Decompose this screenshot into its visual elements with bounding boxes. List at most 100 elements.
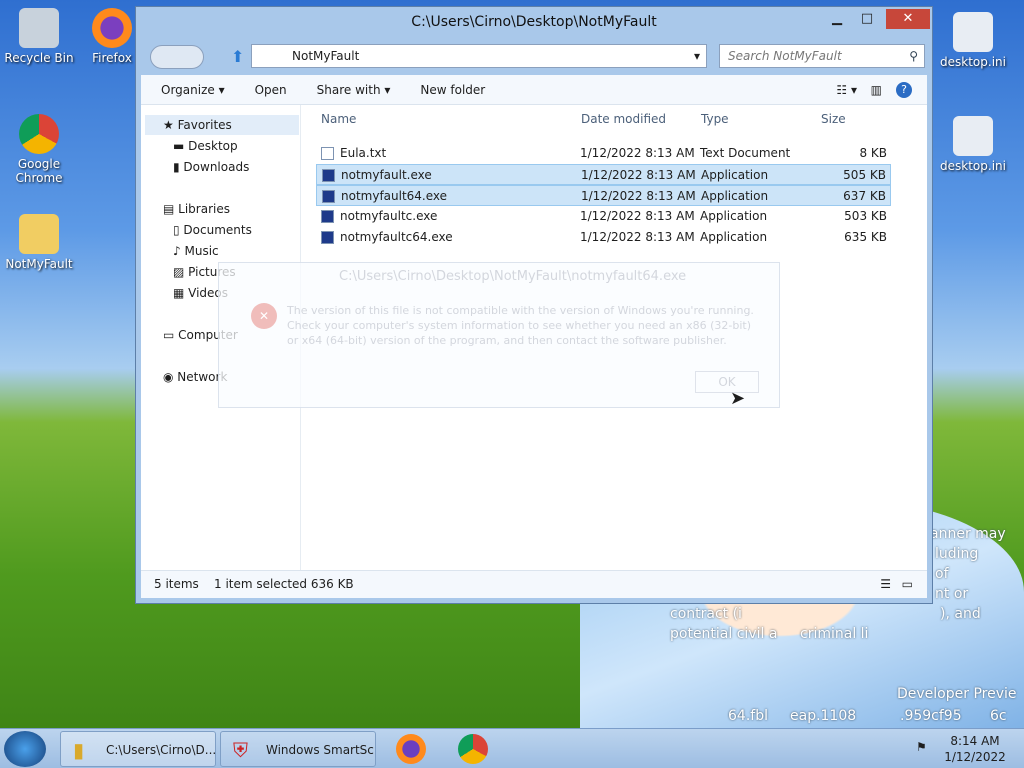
new-folder-button[interactable]: New folder — [420, 83, 485, 97]
file-name: notmyfaultc64.exe — [340, 230, 453, 244]
overlay-text: eap.1108 — [790, 708, 857, 724]
mouse-cursor: ➤ — [730, 388, 746, 409]
address-bar[interactable]: NotMyFault ▾ — [251, 44, 707, 68]
close-button[interactable]: ✕ — [886, 9, 930, 29]
view-options-icon[interactable]: ☷ ▾ — [836, 83, 857, 97]
icon-label: desktop.ini — [940, 55, 1006, 69]
start-button[interactable] — [4, 731, 46, 767]
desktop-ini-shortcut[interactable]: desktop.ini — [938, 12, 1008, 69]
desktop-ini-shortcut[interactable]: desktop.ini — [938, 116, 1008, 173]
recycle-bin-shortcut[interactable]: Recycle Bin — [4, 8, 74, 65]
file-row[interactable]: notmyfaultc.exe 1/12/2022 8:13 AM Applic… — [316, 206, 891, 227]
column-type[interactable]: Type — [701, 112, 729, 126]
share-with-button[interactable]: Share with ▾ — [317, 83, 391, 97]
chevron-down-icon[interactable]: ▾ — [694, 45, 700, 67]
file-date: 1/12/2022 8:13 AM — [580, 230, 695, 244]
overlay-text: criminal li — [800, 626, 869, 642]
overlay-text: nt or — [935, 586, 969, 602]
icon-label: Recycle Bin — [4, 51, 74, 65]
taskbar-explorer[interactable]: ▮ C:\Users\Cirno\D... — [60, 731, 216, 767]
firefox-icon — [92, 8, 132, 48]
ok-button[interactable]: OK — [695, 371, 759, 393]
file-date: 1/12/2022 8:13 AM — [581, 189, 696, 203]
overlay-text: of — [935, 566, 949, 582]
taskbar: ▮ C:\Users\Cirno\D... ⛨ Windows SmartSc...… — [0, 728, 1024, 768]
file-size: 505 KB — [843, 168, 886, 182]
column-date[interactable]: Date modified — [581, 112, 666, 126]
icon-label: desktop.ini — [940, 159, 1006, 173]
file-row[interactable]: Eula.txt 1/12/2022 8:13 AM Text Document… — [316, 143, 891, 164]
dialog-message: The version of this file is not compatib… — [287, 304, 754, 347]
open-button[interactable]: Open — [255, 83, 287, 97]
nav-desktop[interactable]: ▬ Desktop — [173, 139, 238, 153]
chrome-taskbar-icon[interactable] — [458, 734, 488, 764]
search-icon: ⚲ — [909, 49, 918, 63]
nav-documents[interactable]: ▯ Documents — [173, 223, 252, 237]
file-size: 8 KB — [859, 146, 887, 160]
details-view-icon[interactable]: ☰ — [880, 571, 891, 597]
file-type: Text Document — [700, 146, 791, 160]
settings-file-icon — [953, 12, 993, 52]
file-size: 635 KB — [844, 230, 887, 244]
selection-info: 1 item selected 636 KB — [214, 577, 354, 591]
chrome-icon — [19, 114, 59, 154]
minimize-button[interactable]: ▁ — [822, 9, 852, 29]
file-row[interactable]: notmyfaultc64.exe 1/12/2022 8:13 AM Appl… — [316, 227, 891, 248]
item-count: 5 items — [154, 577, 199, 591]
shield-error-icon: ⛨ — [233, 738, 248, 762]
taskbar-smartscreen[interactable]: ⛨ Windows SmartSc... — [220, 731, 376, 767]
overlay-text: 6c — [990, 708, 1007, 724]
nav-downloads[interactable]: ▮ Downloads — [173, 160, 249, 174]
file-name: notmyfaultc.exe — [340, 209, 438, 223]
text-file-icon — [321, 147, 334, 160]
application-icon — [321, 210, 334, 223]
preview-pane-icon[interactable]: ▥ — [871, 83, 882, 97]
large-icons-view-icon[interactable]: ▭ — [902, 571, 913, 597]
nav-favorites[interactable]: ★ Favorites — [163, 118, 232, 132]
file-row[interactable]: notmyfault64.exe 1/12/2022 8:13 AM Appli… — [316, 185, 891, 206]
toolbar: Organize ▾ Open Share with ▾ New folder … — [141, 75, 927, 105]
overlay-text: .959cf95 — [900, 708, 962, 724]
column-name[interactable]: Name — [321, 112, 356, 126]
file-name: Eula.txt — [340, 146, 387, 160]
firefox-shortcut[interactable]: Firefox — [82, 8, 142, 65]
icon-label: NotMyFault — [5, 257, 73, 271]
file-name: notmyfault64.exe — [341, 189, 448, 203]
file-size: 637 KB — [843, 189, 886, 203]
nav-music[interactable]: ♪ Music — [173, 244, 219, 258]
recycle-bin-icon — [19, 8, 59, 48]
error-icon: ✕ — [251, 303, 277, 329]
file-row[interactable]: notmyfault.exe 1/12/2022 8:13 AM Applica… — [316, 164, 891, 185]
error-dialog: C:\Users\Cirno\Desktop\NotMyFault\notmyf… — [218, 262, 780, 408]
organize-button[interactable]: Organize ▾ — [161, 83, 225, 97]
help-icon[interactable]: ? — [896, 81, 912, 98]
application-icon — [322, 169, 335, 182]
folder-icon: ▮ — [73, 738, 85, 762]
icon-label: Google Chrome — [15, 157, 63, 185]
overlay-text: Developer Previe — [897, 686, 1017, 702]
maximize-button[interactable]: □ — [852, 9, 882, 29]
action-center-icon[interactable]: ⚑ — [916, 740, 927, 754]
firefox-taskbar-icon[interactable] — [396, 734, 426, 764]
nav-libraries[interactable]: ▤ Libraries — [163, 202, 230, 216]
file-size: 503 KB — [844, 209, 887, 223]
file-name: notmyfault.exe — [341, 168, 432, 182]
file-type: Application — [701, 168, 769, 182]
chrome-shortcut[interactable]: Google Chrome — [4, 114, 74, 185]
search-placeholder: Search NotMyFault — [728, 49, 842, 63]
overlay-text: luding — [935, 546, 979, 562]
overlay-text: ), and — [940, 606, 981, 622]
back-forward-buttons[interactable] — [150, 45, 204, 69]
dialog-title: C:\Users\Cirno\Desktop\NotMyFault\notmyf… — [339, 269, 687, 284]
search-input[interactable]: Search NotMyFault ⚲ — [719, 44, 925, 68]
up-arrow-icon[interactable]: ⬆ — [231, 47, 244, 66]
column-size[interactable]: Size — [821, 112, 846, 126]
window-title: C:\Users\Cirno\Desktop\NotMyFault — [411, 14, 657, 30]
file-type: Application — [700, 230, 768, 244]
overlay-text: anner may — [930, 526, 1006, 542]
notmyfault-folder-shortcut[interactable]: NotMyFault — [4, 214, 74, 271]
folder-icon — [19, 214, 59, 254]
clock[interactable]: 8:14 AM 1/12/2022 — [940, 733, 1010, 765]
overlay-text: potential civil a — [670, 626, 778, 642]
overlay-text: contract (i — [670, 606, 742, 622]
